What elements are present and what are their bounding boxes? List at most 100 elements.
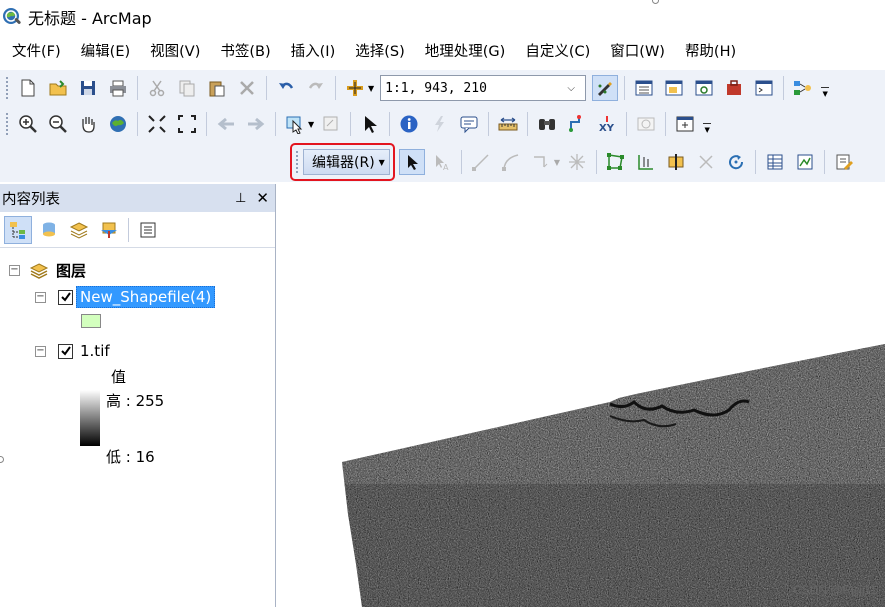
list-by-selection-button[interactable]	[96, 217, 122, 243]
layer-name-shapefile[interactable]: New_Shapefile(4)	[76, 286, 216, 308]
pin-icon[interactable]: ⊥	[235, 191, 246, 206]
close-icon[interactable]: ✕	[256, 189, 269, 207]
zoom-out-button[interactable]	[45, 111, 71, 137]
python-window-button[interactable]	[751, 75, 777, 101]
search-window-button[interactable]	[691, 75, 717, 101]
stretch-gradient-ramp[interactable]	[80, 390, 100, 446]
viewer-window-button[interactable]	[672, 111, 698, 137]
rotate-tool-button[interactable]	[723, 149, 749, 175]
full-extent-button[interactable]	[105, 111, 131, 137]
hyperlink-button[interactable]	[426, 111, 452, 137]
paste-button[interactable]	[204, 75, 230, 101]
new-document-button[interactable]	[15, 75, 41, 101]
cut-button[interactable]	[144, 75, 170, 101]
toc-options-button[interactable]	[135, 217, 161, 243]
arctoolbox-button[interactable]	[721, 75, 747, 101]
edit-tool-button[interactable]	[398, 149, 425, 175]
editor-toolbar-toggle-button[interactable]	[592, 75, 619, 101]
menu-help[interactable]: 帮助(H)	[677, 38, 744, 66]
catalog-icon	[665, 80, 683, 96]
clear-selection-button[interactable]	[318, 111, 344, 137]
measure-button[interactable]	[495, 111, 521, 137]
cut-polygons-button[interactable]	[663, 149, 689, 175]
chevron-down-icon[interactable]: ▼	[554, 158, 560, 167]
window-title: 无标题 - ArcMap	[28, 9, 152, 28]
undo-button[interactable]	[273, 75, 299, 101]
select-features-button[interactable]	[282, 111, 308, 137]
toolbar-overflow-button[interactable]: ▼	[702, 112, 712, 136]
collapse-toggle[interactable]: −	[9, 265, 20, 276]
sketch-properties-button[interactable]	[792, 149, 818, 175]
menu-selection[interactable]: 选择(S)	[347, 38, 413, 66]
split-tool-button[interactable]	[693, 149, 719, 175]
modelbuilder-button[interactable]	[790, 75, 816, 101]
toolbar-grip[interactable]	[5, 112, 9, 136]
menu-bookmarks[interactable]: 书签(B)	[212, 38, 278, 66]
go-to-xy-button[interactable]: XY	[594, 111, 620, 137]
chevron-down-icon[interactable]: ▼	[368, 84, 374, 93]
toolbar-overflow-button[interactable]: ▼	[820, 76, 830, 100]
trace-button[interactable]	[528, 149, 554, 175]
toolbox-icon	[727, 80, 742, 95]
point-button[interactable]	[564, 149, 590, 175]
zoom-in-button[interactable]	[15, 111, 41, 137]
end-point-arc-button[interactable]	[498, 149, 524, 175]
menu-insert[interactable]: 插入(I)	[283, 38, 344, 66]
menu-edit[interactable]: 编辑(E)	[73, 38, 138, 66]
layer-visibility-checkbox[interactable]	[58, 343, 73, 359]
menu-customize[interactable]: 自定义(C)	[517, 38, 598, 66]
create-features-button[interactable]	[831, 149, 857, 175]
pan-hand-icon	[82, 117, 95, 133]
chevron-down-icon[interactable]: ▼	[308, 120, 314, 129]
open-button[interactable]	[45, 75, 71, 101]
edit-vertices-button[interactable]	[603, 149, 629, 175]
add-data-button[interactable]	[342, 75, 368, 101]
list-by-source-button[interactable]	[36, 217, 62, 243]
map-view[interactable]: CSDN @Rjjjjj11	[284, 184, 885, 607]
map-scale-combo[interactable]: ⌵	[380, 75, 587, 101]
route-icon	[569, 115, 582, 132]
select-elements-button[interactable]	[357, 111, 383, 137]
copy-button[interactable]	[174, 75, 200, 101]
fixed-zoom-in-button[interactable]	[144, 111, 170, 137]
time-slider-button[interactable]	[633, 111, 659, 137]
find-route-button[interactable]	[564, 111, 590, 137]
delete-button[interactable]	[234, 75, 260, 101]
layers-group-label[interactable]: 图层	[53, 259, 89, 282]
collapse-toggle[interactable]: −	[35, 345, 46, 357]
pan-button[interactable]	[75, 111, 101, 137]
layer-name-raster[interactable]: 1.tif	[77, 341, 113, 361]
print-button[interactable]	[105, 75, 131, 101]
menu-file[interactable]: 文件(F)	[4, 38, 69, 66]
catalog-button[interactable]	[661, 75, 687, 101]
go-forward-button[interactable]	[243, 111, 269, 137]
editor-menu-button[interactable]: 编辑器(R) ▼	[303, 149, 390, 175]
straight-segment-button[interactable]	[468, 149, 494, 175]
collapse-toggle[interactable]: −	[35, 291, 46, 303]
reshape-feature-button[interactable]	[633, 149, 659, 175]
menu-view[interactable]: 视图(V)	[142, 38, 208, 66]
toolbar-grip[interactable]	[295, 150, 299, 174]
scissors-icon	[149, 80, 165, 97]
undo-icon	[279, 82, 294, 89]
menu-windows[interactable]: 窗口(W)	[602, 38, 673, 66]
fixed-zoom-out-button[interactable]	[174, 111, 200, 137]
html-popup-button[interactable]	[456, 111, 482, 137]
find-button[interactable]	[534, 111, 560, 137]
identify-button[interactable]	[396, 111, 422, 137]
layer-visibility-checkbox[interactable]	[58, 289, 73, 305]
table-of-contents-button[interactable]	[631, 75, 657, 101]
redo-button[interactable]	[303, 75, 329, 101]
chevron-down-icon[interactable]: ⌵	[559, 83, 583, 94]
attributes-button[interactable]	[762, 149, 788, 175]
go-back-button[interactable]	[213, 111, 239, 137]
edit-annotation-button[interactable]: A	[429, 149, 455, 175]
toolbar-grip[interactable]	[5, 76, 9, 100]
map-scale-input[interactable]	[381, 80, 560, 96]
list-by-drawing-order-button[interactable]	[4, 215, 32, 244]
menu-geoprocessing[interactable]: 地理处理(G)	[417, 38, 514, 66]
list-by-visibility-button[interactable]	[66, 217, 92, 243]
save-button[interactable]	[75, 75, 101, 101]
options-list-icon	[140, 222, 156, 237]
polygon-symbol-swatch[interactable]	[81, 314, 101, 328]
